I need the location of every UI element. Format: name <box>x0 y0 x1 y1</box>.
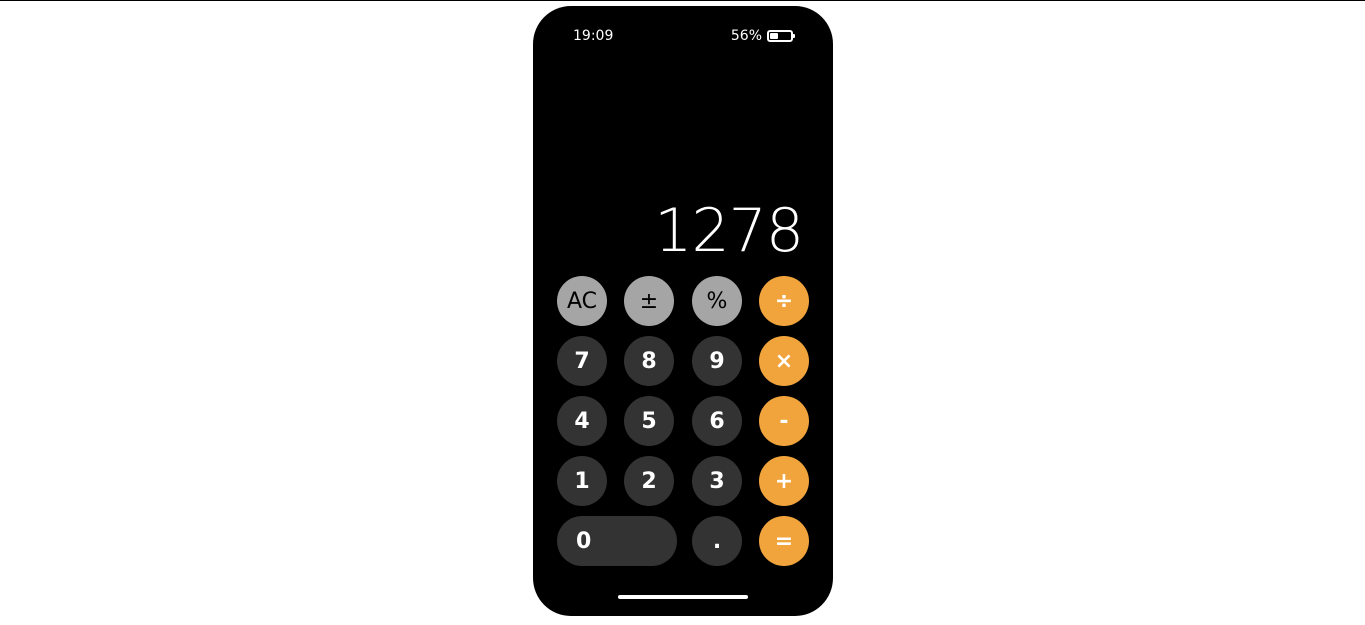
digit-2-button[interactable]: 2 <box>624 456 674 506</box>
window-top-border <box>0 0 1365 1</box>
status-battery: 56% <box>730 28 795 44</box>
digit-6-button[interactable]: 6 <box>692 396 742 446</box>
calculator-display: 1278 <box>654 196 804 266</box>
digit-5-button[interactable]: 5 <box>624 396 674 446</box>
divide-button[interactable]: ÷ <box>759 276 809 326</box>
plus-button[interactable]: + <box>759 456 809 506</box>
battery-fill <box>770 33 778 39</box>
phone-frame: 19:09 56% 1278 AC ± % ÷ 7 8 9 × 4 5 6 - … <box>533 6 833 616</box>
equals-button[interactable]: = <box>759 516 809 566</box>
percent-button[interactable]: % <box>692 276 742 326</box>
battery-percent: 56% <box>730 28 762 44</box>
battery-icon <box>767 30 795 42</box>
digit-7-button[interactable]: 7 <box>557 336 607 386</box>
minus-button[interactable]: - <box>759 396 809 446</box>
ac-button[interactable]: AC <box>557 276 607 326</box>
digit-9-button[interactable]: 9 <box>692 336 742 386</box>
plus-minus-button[interactable]: ± <box>624 276 674 326</box>
status-bar: 19:09 56% <box>533 6 833 66</box>
digit-8-button[interactable]: 8 <box>624 336 674 386</box>
home-indicator[interactable] <box>618 595 748 599</box>
digit-4-button[interactable]: 4 <box>557 396 607 446</box>
digit-0-button[interactable]: 0 <box>557 516 677 566</box>
digit-1-button[interactable]: 1 <box>557 456 607 506</box>
status-time: 19:09 <box>573 28 614 44</box>
multiply-button[interactable]: × <box>759 336 809 386</box>
decimal-button[interactable]: . <box>692 516 742 566</box>
digit-3-button[interactable]: 3 <box>692 456 742 506</box>
